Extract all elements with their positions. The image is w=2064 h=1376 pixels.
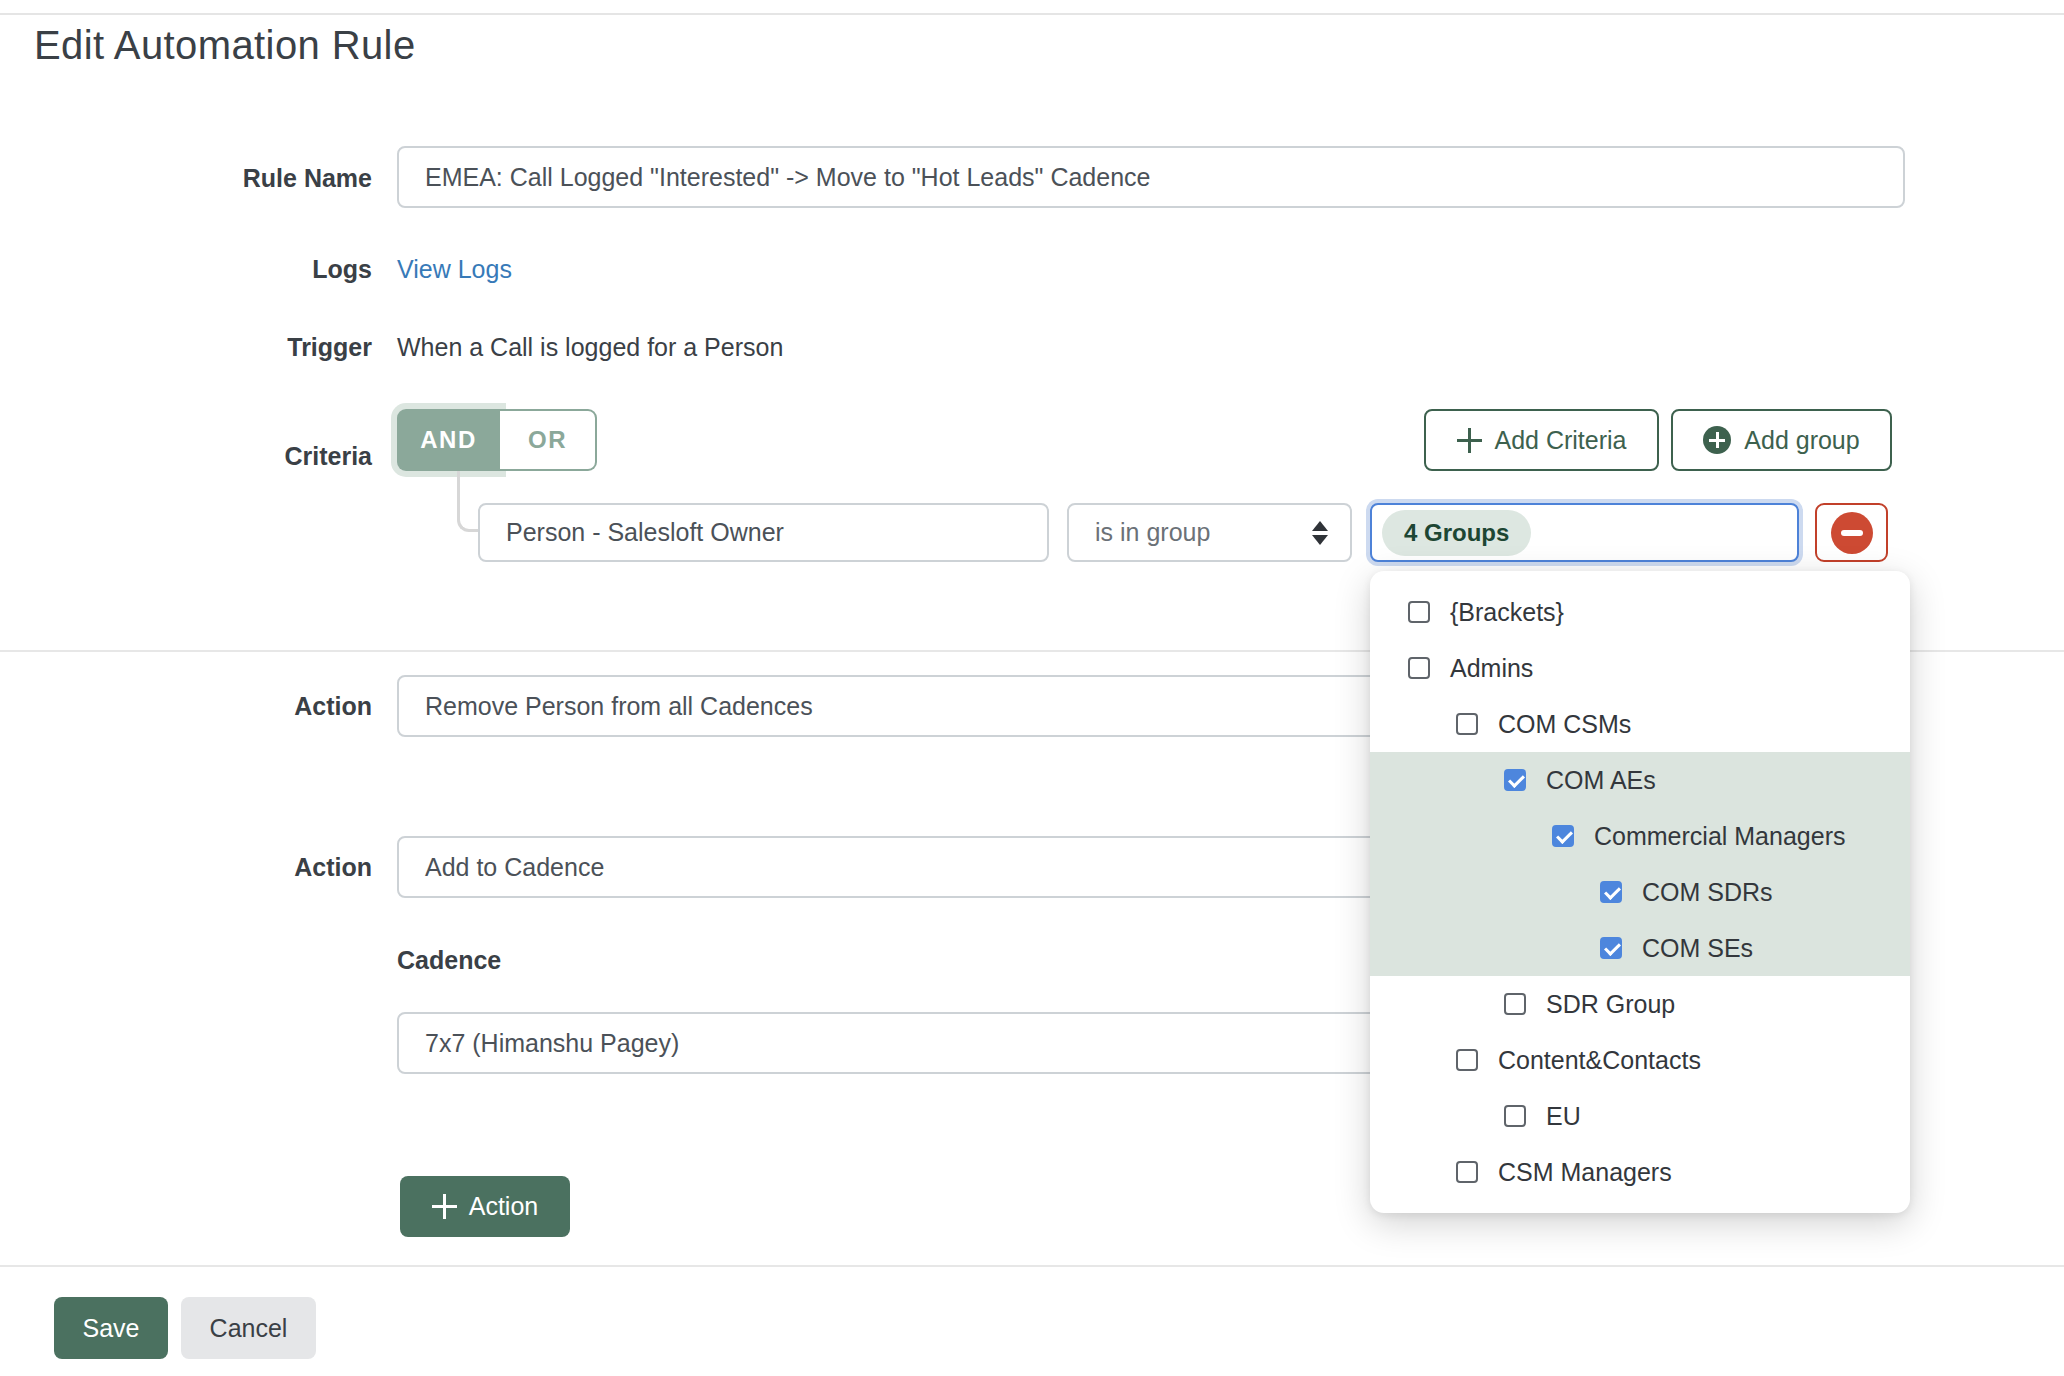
group-option-label: Admins xyxy=(1450,654,1533,683)
group-option-label: {Brackets} xyxy=(1450,598,1564,627)
add-criteria-button[interactable]: Add Criteria xyxy=(1424,409,1659,471)
group-option[interactable]: Content&Contacts xyxy=(1370,1032,1910,1088)
checkbox-unchecked-icon[interactable] xyxy=(1504,993,1526,1015)
action2-label: Action xyxy=(42,853,372,882)
group-option-label: Commercial Managers xyxy=(1594,822,1845,851)
group-option[interactable]: Commercial Managers xyxy=(1370,808,1910,864)
plus-icon xyxy=(432,1194,457,1219)
criteria-field-input[interactable]: Person - Salesloft Owner xyxy=(478,503,1049,562)
group-option-label: COM SEs xyxy=(1642,934,1753,963)
minus-icon xyxy=(1831,512,1873,554)
checkbox-unchecked-icon[interactable] xyxy=(1504,1105,1526,1127)
and-toggle-button[interactable]: AND xyxy=(397,409,500,471)
rule-name-input[interactable]: EMEA: Call Logged "Interested" -> Move t… xyxy=(397,146,1905,208)
group-option-label: COM CSMs xyxy=(1498,710,1631,739)
checkbox-checked-icon[interactable] xyxy=(1504,769,1526,791)
checkbox-unchecked-icon[interactable] xyxy=(1456,1161,1478,1183)
add-action-button[interactable]: Action xyxy=(400,1176,570,1237)
remove-criteria-button[interactable] xyxy=(1815,503,1888,562)
criteria-field-value: Person - Salesloft Owner xyxy=(506,518,784,547)
group-option[interactable]: COM CSMs xyxy=(1370,696,1910,752)
group-option-label: CSM Managers xyxy=(1498,1158,1672,1187)
group-option-label: EU xyxy=(1546,1102,1581,1131)
add-action-label: Action xyxy=(469,1192,538,1221)
add-criteria-label: Add Criteria xyxy=(1495,426,1627,455)
group-option[interactable]: CSM Managers xyxy=(1370,1144,1910,1200)
cadence-value: 7x7 (Himanshu Pagey) xyxy=(425,1029,679,1058)
criteria-operator-select[interactable]: is in group xyxy=(1067,503,1352,562)
group-option-label: COM SDRs xyxy=(1642,878,1773,907)
top-divider xyxy=(0,13,2064,15)
criteria-groups-multiselect[interactable]: 4 Groups xyxy=(1370,503,1799,562)
group-option[interactable]: SDR Group xyxy=(1370,976,1910,1032)
select-arrows-icon xyxy=(1312,521,1328,545)
group-dropdown: {Brackets} Admins COM CSMs COM AEs Commercia… xyxy=(1370,571,1910,1213)
trigger-value: When a Call is logged for a Person xyxy=(397,333,783,362)
action1-value: Remove Person from all Cadences xyxy=(425,692,813,721)
save-button[interactable]: Save xyxy=(54,1297,168,1359)
cadence-label: Cadence xyxy=(397,946,501,975)
groups-count-badge: 4 Groups xyxy=(1382,510,1531,556)
action1-label: Action xyxy=(42,692,372,721)
checkbox-checked-icon[interactable] xyxy=(1600,881,1622,903)
plus-icon xyxy=(1457,428,1482,453)
group-option[interactable]: COM SEs xyxy=(1370,920,1910,976)
trigger-label: Trigger xyxy=(42,333,372,362)
checkbox-unchecked-icon[interactable] xyxy=(1408,601,1430,623)
checkbox-unchecked-icon[interactable] xyxy=(1456,713,1478,735)
checkbox-unchecked-icon[interactable] xyxy=(1408,657,1430,679)
group-option-label: SDR Group xyxy=(1546,990,1675,1019)
plus-circle-icon xyxy=(1703,426,1731,454)
criteria-connector-line xyxy=(457,471,479,532)
add-group-button[interactable]: Add group xyxy=(1671,409,1892,471)
or-toggle-button[interactable]: OR xyxy=(500,409,597,471)
group-option[interactable]: COM SDRs xyxy=(1370,864,1910,920)
view-logs-link[interactable]: View Logs xyxy=(397,255,512,284)
checkbox-unchecked-icon[interactable] xyxy=(1456,1049,1478,1071)
group-option[interactable]: {Brackets} xyxy=(1370,584,1910,640)
group-option-label: COM AEs xyxy=(1546,766,1656,795)
and-or-toggle: AND OR xyxy=(397,409,597,471)
group-option[interactable]: EU xyxy=(1370,1088,1910,1144)
cancel-button[interactable]: Cancel xyxy=(181,1297,316,1359)
group-option[interactable]: COM AEs xyxy=(1370,752,1910,808)
rule-name-value: EMEA: Call Logged "Interested" -> Move t… xyxy=(425,163,1150,192)
checkbox-checked-icon[interactable] xyxy=(1600,937,1622,959)
logs-label: Logs xyxy=(42,255,372,284)
group-option-label: Content&Contacts xyxy=(1498,1046,1701,1075)
add-group-label: Add group xyxy=(1744,426,1859,455)
group-option[interactable]: Admins xyxy=(1370,640,1910,696)
checkbox-checked-icon[interactable] xyxy=(1552,825,1574,847)
criteria-label: Criteria xyxy=(42,442,372,471)
page-title: Edit Automation Rule xyxy=(34,23,416,68)
rule-name-label: Rule Name xyxy=(42,164,372,193)
action2-value: Add to Cadence xyxy=(425,853,604,882)
footer-divider xyxy=(0,1265,2064,1267)
criteria-operator-value: is in group xyxy=(1095,518,1210,547)
